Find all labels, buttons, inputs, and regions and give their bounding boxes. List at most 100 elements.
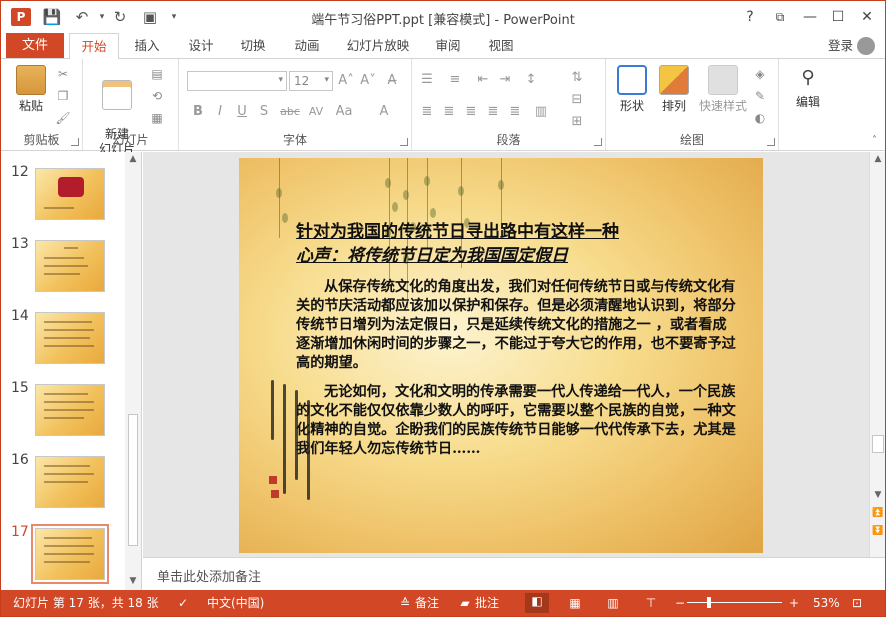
align-center-icon[interactable]: ≣: [440, 103, 458, 121]
font-size-combo[interactable]: 12 ▾: [289, 71, 333, 91]
numbering-icon[interactable]: ≡: [446, 71, 464, 89]
shape-outline-icon[interactable]: ✎: [752, 89, 768, 103]
comments-icon[interactable]: ▰: [457, 595, 473, 611]
tab-home[interactable]: 开始: [69, 33, 119, 59]
shrink-font-icon[interactable]: A˅: [359, 72, 377, 90]
line-spacing-icon[interactable]: ↕: [522, 71, 540, 89]
quick-styles-button[interactable]: 快速样式: [696, 65, 750, 114]
cut-icon[interactable]: ✂: [55, 67, 71, 81]
align-text-icon[interactable]: ⊟: [568, 91, 586, 109]
text-direction-icon[interactable]: ⇅: [568, 69, 586, 87]
collapse-ribbon-icon[interactable]: ˄: [872, 135, 877, 146]
section-icon[interactable]: ▦: [149, 111, 165, 125]
arrange-button[interactable]: 排列: [654, 65, 694, 114]
slide-title[interactable]: 针对为我国的传统节日寻出路中有这样一种 心声：将传统节日定为我国国定假日: [296, 220, 716, 268]
layout-icon[interactable]: ▤: [149, 67, 165, 81]
clipboard-launcher-icon[interactable]: [71, 138, 79, 146]
slide-body[interactable]: 从保存传统文化的角度出发，我们对任何传统节日或与传统文化有关的节庆活动都应该加以…: [296, 278, 736, 469]
tab-transitions[interactable]: 切换: [233, 33, 273, 58]
thumb-number: 15: [11, 380, 29, 396]
reset-icon[interactable]: ⟲: [149, 89, 165, 103]
comments-button[interactable]: 批注: [475, 594, 499, 612]
decrease-indent-icon[interactable]: ⇤: [474, 71, 492, 89]
italic-button[interactable]: I: [211, 103, 229, 121]
increase-indent-icon[interactable]: ⇥: [496, 71, 514, 89]
zoom-out-button[interactable]: −: [675, 594, 685, 612]
notes-pane[interactable]: 单击此处添加备注: [143, 557, 885, 590]
slide-thumbnail-14[interactable]: [35, 312, 105, 364]
justify-icon[interactable]: ≣: [484, 103, 502, 121]
sign-in-link[interactable]: 登录: [828, 33, 853, 58]
zoom-in-button[interactable]: +: [789, 594, 799, 612]
editing-button[interactable]: ⚲ 编辑: [787, 65, 829, 110]
distributed-icon[interactable]: ≣: [506, 103, 524, 121]
font-color-button[interactable]: A: [375, 103, 393, 121]
next-slide-icon[interactable]: ⏬: [870, 526, 885, 536]
tab-design[interactable]: 设计: [181, 33, 221, 58]
spell-check-icon[interactable]: ✓: [175, 595, 191, 611]
font-name-combo[interactable]: ▾: [187, 71, 287, 91]
normal-view-icon[interactable]: ◧: [525, 593, 549, 613]
tab-review[interactable]: 审阅: [428, 33, 468, 58]
current-slide[interactable]: 针对为我国的传统节日寻出路中有这样一种 心声：将传统节日定为我国国定假日 从保存…: [239, 158, 763, 553]
thumbnails-scrollbar[interactable]: ▲ ▼: [125, 152, 141, 590]
change-case-button[interactable]: Aa: [331, 103, 357, 121]
tab-view[interactable]: 视图: [481, 33, 521, 58]
shapes-button[interactable]: 形状: [612, 65, 652, 114]
shadow-button[interactable]: S: [255, 103, 273, 121]
paragraph-launcher-icon[interactable]: [594, 138, 602, 146]
tab-file[interactable]: 文件: [6, 33, 64, 58]
slideshow-view-icon[interactable]: ⊤: [643, 595, 659, 611]
slide-thumbnail-16[interactable]: [35, 456, 105, 508]
slide-scrollbar[interactable]: ▲ ▼ ⏫ ⏬: [869, 152, 885, 557]
strikethrough-button[interactable]: abc: [277, 103, 303, 121]
tab-insert[interactable]: 插入: [127, 33, 167, 58]
maximize-button[interactable]: ☐: [824, 5, 852, 29]
clear-format-icon[interactable]: A̶: [383, 72, 401, 90]
bold-button[interactable]: B: [189, 103, 207, 121]
reading-view-icon[interactable]: ▥: [605, 595, 621, 611]
align-left-icon[interactable]: ≣: [418, 103, 436, 121]
slide-scroll-thumb[interactable]: [872, 435, 884, 453]
paste-button[interactable]: 粘贴: [9, 65, 53, 114]
underline-button[interactable]: U: [233, 103, 251, 121]
slide-scroll-down-icon[interactable]: ▼: [870, 490, 885, 500]
copy-icon[interactable]: ❐: [55, 89, 71, 103]
minimize-button[interactable]: —: [796, 5, 824, 29]
font-launcher-icon[interactable]: [400, 138, 408, 146]
scroll-up-icon[interactable]: ▲: [125, 154, 141, 164]
grow-font-icon[interactable]: A˄: [337, 72, 355, 90]
zoom-level[interactable]: 53%: [813, 594, 840, 612]
drawing-launcher-icon[interactable]: [767, 138, 775, 146]
arrange-label: 排列: [661, 99, 686, 113]
previous-slide-icon[interactable]: ⏫: [870, 508, 885, 518]
slide-thumbnail-13[interactable]: [35, 240, 105, 292]
char-spacing-button[interactable]: AV: [305, 103, 327, 121]
slide-scroll-up-icon[interactable]: ▲: [870, 154, 885, 164]
shape-fill-icon[interactable]: ◈: [752, 67, 768, 81]
tab-slideshow[interactable]: 幻灯片放映: [343, 33, 413, 58]
slide-thumbnail-12[interactable]: [35, 168, 105, 220]
format-painter-icon[interactable]: 🖌: [55, 111, 71, 125]
notes-icon[interactable]: ≙: [397, 595, 413, 611]
user-avatar-icon[interactable]: [857, 37, 875, 55]
slide-thumbnail-15[interactable]: [35, 384, 105, 436]
align-right-icon[interactable]: ≣: [462, 103, 480, 121]
help-button[interactable]: ?: [736, 5, 764, 29]
slide-sorter-icon[interactable]: ▦: [567, 595, 583, 611]
columns-icon[interactable]: ▥: [532, 103, 550, 121]
zoom-slider-thumb[interactable]: [707, 597, 711, 608]
notes-button[interactable]: 备注: [415, 594, 439, 612]
tab-animations[interactable]: 动画: [287, 33, 327, 58]
ribbon-display-options-button[interactable]: ⧉: [766, 5, 794, 29]
slide-thumbnail-17[interactable]: [31, 524, 109, 584]
shape-effects-icon[interactable]: ◐: [752, 111, 768, 125]
thumbnails-scroll-thumb[interactable]: [128, 414, 138, 546]
language-indicator[interactable]: 中文(中国): [207, 594, 264, 612]
smartart-icon[interactable]: ⊞: [568, 113, 586, 131]
bullets-icon[interactable]: ☰: [418, 71, 436, 89]
zoom-slider-track[interactable]: [687, 602, 782, 603]
close-button[interactable]: ✕: [853, 5, 881, 29]
fit-to-window-icon[interactable]: ⊡: [849, 595, 865, 611]
scroll-down-icon[interactable]: ▼: [125, 576, 141, 586]
